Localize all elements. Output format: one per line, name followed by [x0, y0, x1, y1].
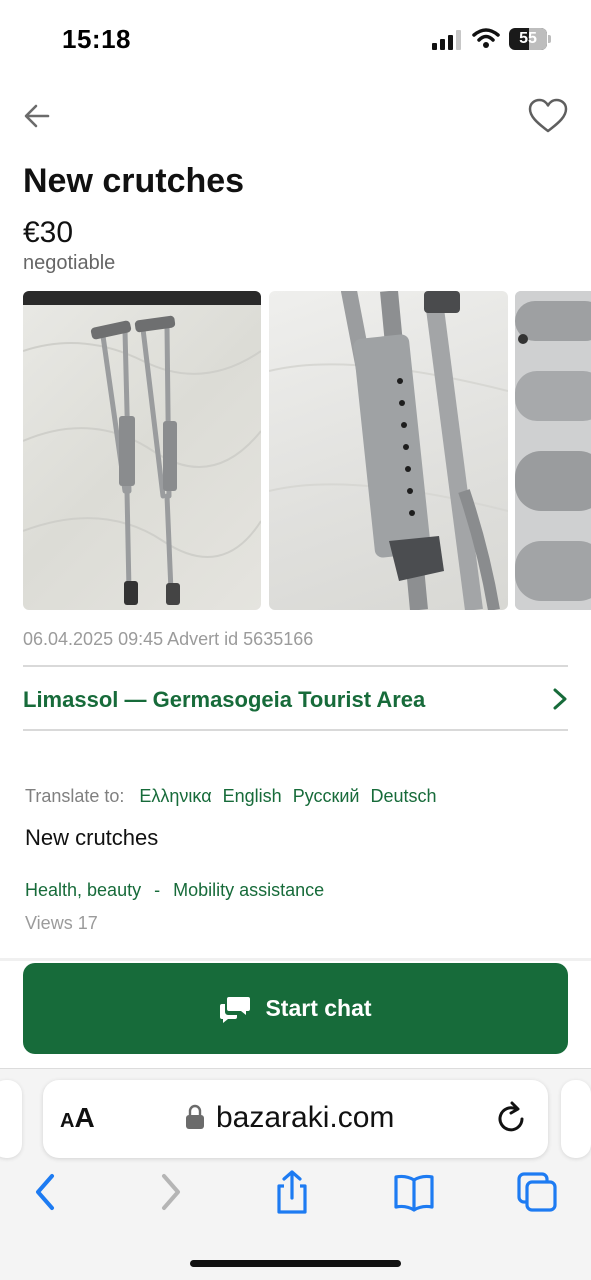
category-link-health-beauty[interactable]: Health, beauty: [25, 880, 141, 900]
listing-title: New crutches: [23, 162, 245, 200]
share-icon[interactable]: [271, 1170, 313, 1214]
translate-german-link[interactable]: Deutsch: [371, 786, 437, 806]
next-tab-preview[interactable]: [561, 1080, 591, 1158]
translate-greek-link[interactable]: Ελληνικα: [139, 786, 211, 806]
back-icon[interactable]: [28, 1170, 70, 1214]
category-breadcrumb: Health, beauty - Mobility assistance: [25, 880, 324, 901]
listing-photo[interactable]: [515, 291, 591, 610]
signal-icon: [432, 30, 461, 50]
divider: [23, 729, 568, 731]
previous-tab-preview[interactable]: [0, 1080, 22, 1158]
back-arrow-icon[interactable]: [22, 100, 52, 132]
location-link[interactable]: Limassol — Germasogeia Tourist Area: [23, 668, 568, 730]
listing-meta: 06.04.2025 09:45 Advert id 5635166: [23, 629, 314, 649]
start-chat-button[interactable]: Start chat: [23, 963, 568, 1054]
address-bar[interactable]: AA bazaraki.com: [43, 1080, 548, 1158]
price-note: negotiable: [23, 252, 116, 274]
wifi-icon: [472, 28, 500, 48]
battery-level: 55: [519, 30, 537, 47]
listing-description: New crutches: [25, 825, 159, 850]
divider: [23, 665, 568, 667]
translate-label: Translate to:: [25, 786, 125, 806]
home-indicator: [190, 1260, 401, 1267]
lock-icon: [186, 1104, 204, 1129]
reader-settings-button[interactable]: AA: [60, 1102, 95, 1134]
translate-english-link[interactable]: English: [223, 786, 282, 806]
listing-photo[interactable]: [269, 291, 508, 610]
forward-icon[interactable]: [150, 1170, 192, 1214]
status-time: 15:18: [62, 24, 131, 54]
views-count: Views 17: [25, 913, 98, 933]
heart-icon[interactable]: [528, 98, 568, 134]
bookmarks-icon[interactable]: [393, 1170, 435, 1214]
url-text: bazaraki.com: [216, 1101, 395, 1134]
location-text: Limassol — Germasogeia Tourist Area: [23, 687, 426, 712]
translate-row: Translate to: Ελληνικα English Русский D…: [25, 786, 443, 807]
category-separator: -: [154, 880, 161, 900]
start-chat-label: Start chat: [265, 995, 372, 1021]
status-bar: 15:18 55: [0, 0, 591, 80]
category-link-mobility-assistance[interactable]: Mobility assistance: [173, 880, 324, 900]
translate-russian-link[interactable]: Русский: [293, 786, 360, 806]
listing-photo[interactable]: [23, 291, 261, 610]
chat-icon: [220, 996, 251, 1023]
listing-price: €30: [23, 216, 74, 249]
battery-indicator: 55: [509, 28, 551, 50]
reload-icon[interactable]: [495, 1100, 529, 1136]
chevron-right-icon: [553, 688, 567, 710]
tabs-icon[interactable]: [516, 1170, 558, 1214]
photo-gallery[interactable]: [23, 291, 591, 610]
